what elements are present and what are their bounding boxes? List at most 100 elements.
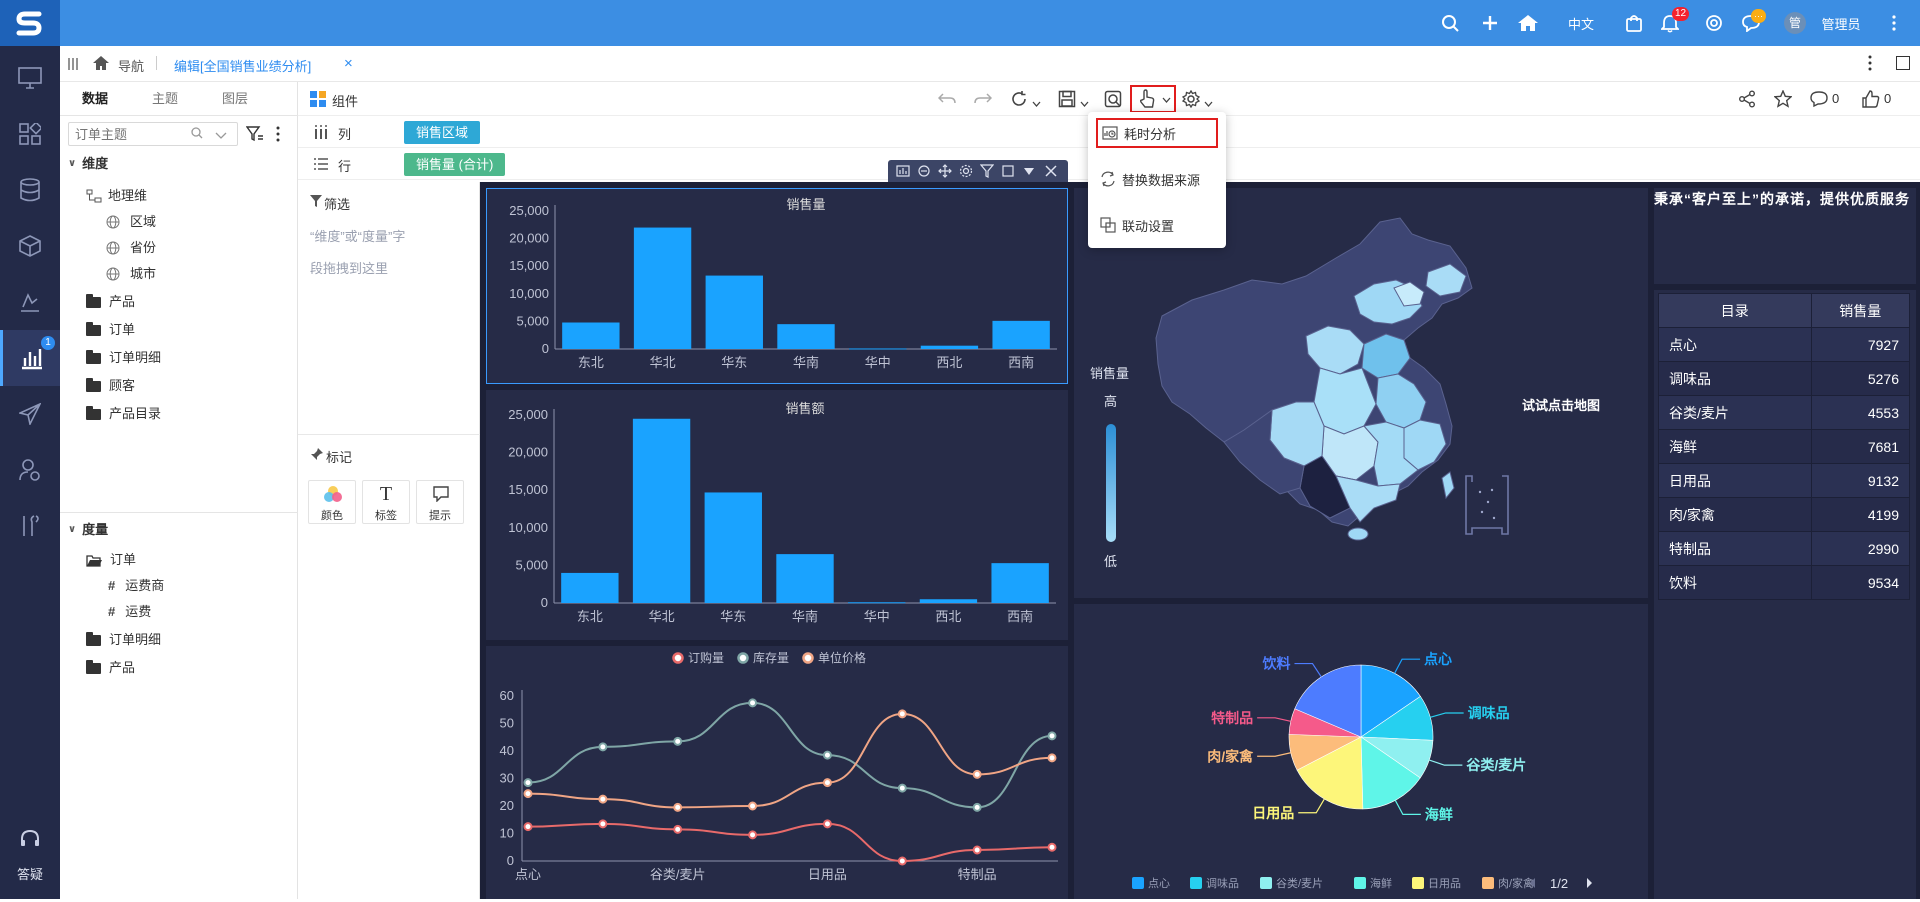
table-row[interactable]: 日用品 9132 [1658,463,1911,498]
bag-icon[interactable] [1620,0,1648,46]
rail-monitor-icon[interactable] [0,50,60,106]
table-row[interactable]: 点心 7927 [1658,327,1911,362]
chart-settings-icon[interactable] [959,164,973,181]
rail-layers-icon[interactable] [0,274,60,330]
chart-filter-icon[interactable] [979,164,995,181]
tab-theme[interactable]: 主题 [130,82,200,116]
table-row[interactable]: 肉/家禽 4199 [1658,497,1911,532]
dimension-header[interactable]: ∨ 维度 [68,152,108,176]
tab-data[interactable]: 数据 [60,82,130,116]
tree-folder-product[interactable]: 产品 [86,290,135,314]
rail-help-label[interactable]: 答疑 [0,864,60,883]
table-row[interactable]: 海鲜 7681 [1658,429,1911,464]
comment-icon[interactable] [1810,90,1828,111]
tree-measure-order[interactable]: 订单 [86,548,136,572]
chart-close-icon[interactable] [1044,164,1058,181]
save-icon[interactable] [1058,90,1076,111]
rail-tools-icon[interactable] [0,498,60,554]
chat-icon[interactable]: ··· [1737,0,1766,46]
table-row[interactable]: 饮料 9534 [1658,565,1911,600]
search-icon[interactable] [1436,0,1464,46]
menu-item-time-analysis[interactable]: 耗时分析 [1096,118,1218,148]
rail-user-settings-icon[interactable] [0,442,60,498]
rail-send-icon[interactable] [0,386,60,442]
tree-folder-order-detail[interactable]: 订单明细 [86,346,161,370]
tree-measure-order-detail[interactable]: 订单明细 [86,628,161,652]
add-icon[interactable] [1476,0,1504,46]
chart-maximize-icon[interactable] [1001,164,1015,181]
user-name[interactable]: 管理员 [1816,0,1866,46]
component-label[interactable]: 组件 [332,91,358,110]
china-map-panel[interactable]: 销售量 高 低 试试点击地图 [1074,188,1648,598]
app-logo[interactable] [0,0,60,46]
menu-item-replace-datasource[interactable]: 替换数据来源 [1096,164,1218,194]
bar-chart-sales-qty[interactable]: 销售量 0 5,000 10,000 15,000 20,000 25,000 东北 华北 华东 华… [486,188,1068,384]
settings-circle-icon[interactable] [1700,0,1728,46]
save-dropdown-icon[interactable] [1080,95,1089,110]
menu-item-linkage-settings[interactable]: 联动设置 [1096,210,1218,240]
mark-tooltip-button[interactable]: 提示 [416,480,464,524]
column-pill-sales-region[interactable]: 销售区域 [404,121,481,144]
settings-gear-icon[interactable] [1181,89,1201,111]
bar-chart-sales-amount[interactable]: 销售额 0 5,000 10,000 15,000 20,000 25,000 东北 华北 华东 华… [486,390,1068,640]
chart-link-icon[interactable] [917,164,931,181]
tree-measure-freight-company[interactable]: # 运费商 [108,574,164,598]
mark-label-button[interactable]: T 标签 [362,480,410,524]
tab-close-icon[interactable]: × [344,55,353,72]
tree-geo-province[interactable]: 省份 [106,236,156,260]
settings-dropdown-icon[interactable] [1204,95,1213,110]
refresh-dropdown-icon[interactable] [1032,95,1041,110]
table-header-sales[interactable]: 销售量 [1810,293,1911,328]
undo-icon[interactable] [937,91,956,110]
refresh-icon[interactable] [1010,90,1028,111]
more-vertical-icon[interactable] [1884,0,1904,46]
table-row[interactable]: 特制品 2990 [1658,531,1911,566]
like-thumb-icon[interactable] [1862,90,1880,111]
table-row[interactable]: 调味品 5276 [1658,361,1911,396]
chart-type-icon[interactable] [896,164,910,181]
share-icon[interactable] [1738,90,1756,111]
avatar[interactable]: 管 [1782,0,1808,46]
tree-folder-customer[interactable]: 顾客 [86,374,135,398]
tab-more-icon[interactable] [1868,55,1872,74]
rail-help-headset-icon[interactable] [0,820,60,860]
tree-measure-product[interactable]: 产品 [86,656,135,680]
rail-cube-icon[interactable] [0,218,60,274]
tree-geo-region[interactable]: 区域 [106,210,156,234]
language-switch[interactable]: 中文 [1560,0,1602,46]
tree-geo-dim[interactable]: 地理维 [86,184,147,208]
maximize-icon[interactable] [1896,56,1910,70]
rail-analysis-icon[interactable]: 1 [0,330,60,386]
chart-move-icon[interactable] [938,164,952,181]
rail-database-icon[interactable] [0,162,60,218]
preview-icon[interactable] [1104,90,1122,111]
panel-more-icon[interactable] [276,126,280,145]
notification-bell-icon[interactable]: 12 [1656,0,1690,46]
filter-settings-icon[interactable] [245,126,264,145]
measure-header[interactable]: ∨ 度量 [68,518,108,542]
rail-apps-icon[interactable] [0,106,60,162]
tab-layer[interactable]: 图层 [200,82,270,116]
pie-chart-panel[interactable]: 点心 调味品 谷类/麦片 海鲜 日用品 肉/家禽 特制品 饮料 点心 调味品 谷类/麦片 海鲜 日用品肉… [1074,604,1648,899]
table-header-category[interactable]: 目录 [1658,293,1812,328]
table-row[interactable]: 谷类/麦片 4553 [1658,395,1911,430]
home-icon[interactable] [1513,0,1543,46]
row-pill-sales-qty[interactable]: 销售量 (合计) [404,153,506,176]
chart-dropdown-icon[interactable] [1022,164,1036,181]
tree-folder-order[interactable]: 订单 [86,318,135,342]
interaction-button[interactable] [1130,85,1176,113]
tree-measure-freight[interactable]: # 运费 [108,600,151,624]
home-nav-icon[interactable] [92,55,110,74]
redo-icon[interactable] [974,91,993,110]
menu-toggle-icon[interactable] [68,58,78,73]
tab-nav[interactable]: 导航 [118,56,144,75]
tab-edit-report[interactable]: 编辑[全国销售业绩分析] [174,56,311,75]
favorite-star-icon[interactable] [1773,89,1793,111]
mark-color-button[interactable]: 颜色 [308,480,356,524]
topic-select[interactable] [68,122,238,146]
topic-search-input[interactable] [75,125,185,143]
line-chart-products[interactable]: 订购量 库存量 单位价格 0 10 20 30 40 50 60 点心 谷类/麦片 日用品 特制品 [486,646,1068,899]
tree-folder-category[interactable]: 产品目录 [86,402,161,426]
component-grid-icon[interactable] [310,91,326,110]
tree-geo-city[interactable]: 城市 [106,262,156,286]
